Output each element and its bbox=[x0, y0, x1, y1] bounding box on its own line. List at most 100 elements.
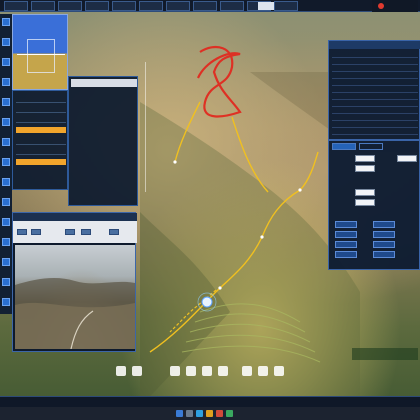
tool-icon-3[interactable] bbox=[2, 58, 10, 66]
tool-icon-12[interactable] bbox=[2, 238, 10, 246]
attitude-indicator bbox=[12, 14, 68, 90]
menu-item-11[interactable] bbox=[274, 0, 298, 11]
map-tool-icon[interactable] bbox=[132, 366, 142, 376]
tab-settings-2[interactable] bbox=[359, 143, 383, 150]
tool-icon-4[interactable] bbox=[2, 78, 10, 86]
table-row[interactable] bbox=[332, 116, 418, 121]
table-cell bbox=[354, 130, 370, 135]
telemetry-value bbox=[17, 115, 37, 120]
map-tool-icon[interactable] bbox=[242, 366, 252, 376]
settings-field[interactable] bbox=[355, 165, 375, 172]
settings-button[interactable] bbox=[373, 231, 395, 238]
parameter-panel-title[interactable] bbox=[71, 79, 137, 87]
map-tool-icon[interactable] bbox=[170, 366, 180, 376]
taskbar-app-icon[interactable] bbox=[186, 410, 193, 417]
menu-item-9[interactable] bbox=[220, 0, 244, 11]
settings-button[interactable] bbox=[373, 241, 395, 248]
tool-icon-13[interactable] bbox=[2, 258, 10, 266]
taskbar-app-icon[interactable] bbox=[206, 410, 213, 417]
tool-icon-7[interactable] bbox=[2, 138, 10, 146]
window-button[interactable] bbox=[258, 2, 274, 10]
telemetry-value bbox=[17, 105, 37, 110]
table-cell bbox=[376, 116, 392, 121]
table-row[interactable] bbox=[332, 102, 418, 107]
taskbar-app-icon[interactable] bbox=[196, 410, 203, 417]
video-control-icon[interactable] bbox=[81, 229, 91, 235]
waypoint-table-title[interactable] bbox=[329, 41, 420, 49]
parameter-panel bbox=[68, 76, 138, 206]
settings-button[interactable] bbox=[335, 241, 357, 248]
table-cell bbox=[376, 53, 392, 58]
start-icon[interactable] bbox=[176, 410, 183, 417]
divider bbox=[16, 102, 66, 103]
tool-icon-5[interactable] bbox=[2, 98, 10, 106]
tool-icon-11[interactable] bbox=[2, 218, 10, 226]
table-row[interactable] bbox=[332, 123, 418, 128]
table-row[interactable] bbox=[332, 74, 418, 79]
map-tool-icon[interactable] bbox=[274, 366, 284, 376]
settings-field[interactable] bbox=[355, 189, 375, 196]
tool-icon-2[interactable] bbox=[2, 38, 10, 46]
os-taskbar bbox=[0, 407, 420, 420]
table-row[interactable] bbox=[332, 95, 418, 100]
menu-item-5[interactable] bbox=[112, 0, 136, 11]
video-control-icon[interactable] bbox=[109, 229, 119, 235]
taskbar-app-icon[interactable] bbox=[226, 410, 233, 417]
map-tool-icon[interactable] bbox=[218, 366, 228, 376]
settings-button[interactable] bbox=[373, 221, 395, 228]
table-row[interactable] bbox=[332, 88, 418, 93]
menu-item-8[interactable] bbox=[193, 0, 217, 11]
menu-item-4[interactable] bbox=[85, 0, 109, 11]
table-cell bbox=[398, 109, 414, 114]
video-window-title[interactable] bbox=[13, 213, 137, 221]
table-row[interactable] bbox=[332, 81, 418, 86]
tool-icon-10[interactable] bbox=[2, 198, 10, 206]
tool-icon-14[interactable] bbox=[2, 278, 10, 286]
settings-button[interactable] bbox=[335, 221, 357, 228]
tool-icon-8[interactable] bbox=[2, 158, 10, 166]
settings-button[interactable] bbox=[373, 251, 395, 258]
video-control-icon[interactable] bbox=[31, 229, 41, 235]
map-tool-icon[interactable] bbox=[186, 366, 196, 376]
taskbar-app-icon[interactable] bbox=[216, 410, 223, 417]
status-item bbox=[164, 399, 200, 406]
settings-field[interactable] bbox=[355, 155, 375, 162]
camera-feed[interactable] bbox=[15, 245, 135, 350]
map-tool-icon[interactable] bbox=[258, 366, 268, 376]
menu-item-6[interactable] bbox=[139, 0, 163, 11]
parameter-line bbox=[72, 103, 132, 107]
table-cell bbox=[376, 81, 392, 86]
divider bbox=[16, 112, 66, 113]
table-cell bbox=[332, 95, 348, 100]
field-label bbox=[379, 155, 399, 162]
video-control-icon[interactable] bbox=[17, 229, 27, 235]
tool-icon-1[interactable] bbox=[2, 18, 10, 26]
settings-button[interactable] bbox=[335, 251, 357, 258]
table-cell bbox=[332, 60, 348, 65]
tab-settings-1[interactable] bbox=[332, 143, 356, 150]
table-row[interactable] bbox=[332, 109, 418, 114]
settings-field[interactable] bbox=[355, 199, 375, 206]
menu-item-1[interactable] bbox=[4, 0, 28, 11]
tool-icon-9[interactable] bbox=[2, 178, 10, 186]
menu-item-7[interactable] bbox=[166, 0, 190, 11]
video-window[interactable] bbox=[12, 212, 137, 352]
parameter-line bbox=[72, 156, 132, 160]
table-row[interactable] bbox=[332, 67, 418, 72]
table-cell bbox=[398, 81, 414, 86]
table-row[interactable] bbox=[332, 53, 418, 58]
table-row[interactable] bbox=[332, 130, 418, 135]
settings-button[interactable] bbox=[335, 231, 357, 238]
aircraft-marker bbox=[201, 296, 213, 308]
settings-field[interactable] bbox=[397, 155, 417, 162]
tool-icon-6[interactable] bbox=[2, 118, 10, 126]
table-row[interactable] bbox=[332, 60, 418, 65]
table-cell bbox=[332, 74, 348, 79]
video-control-icon[interactable] bbox=[65, 229, 75, 235]
map-tool-icon[interactable] bbox=[202, 366, 212, 376]
table-cell bbox=[376, 67, 392, 72]
menu-item-2[interactable] bbox=[31, 0, 55, 11]
menu-item-3[interactable] bbox=[58, 0, 82, 11]
tool-icon-15[interactable] bbox=[2, 298, 10, 306]
speaker-icon[interactable] bbox=[116, 366, 126, 376]
